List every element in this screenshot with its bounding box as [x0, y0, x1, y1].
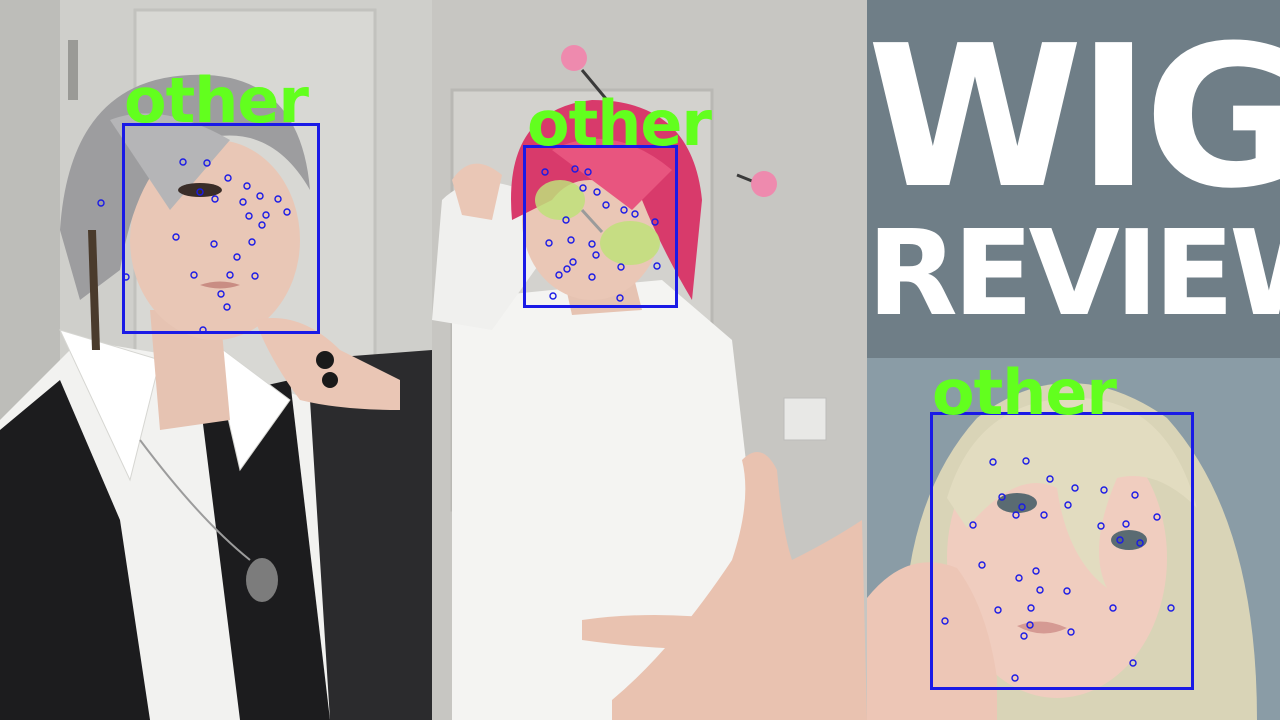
thumbnail-canvas: WIG REVIEW other other other	[0, 0, 1280, 720]
face-landmark-points	[97, 158, 1175, 682]
